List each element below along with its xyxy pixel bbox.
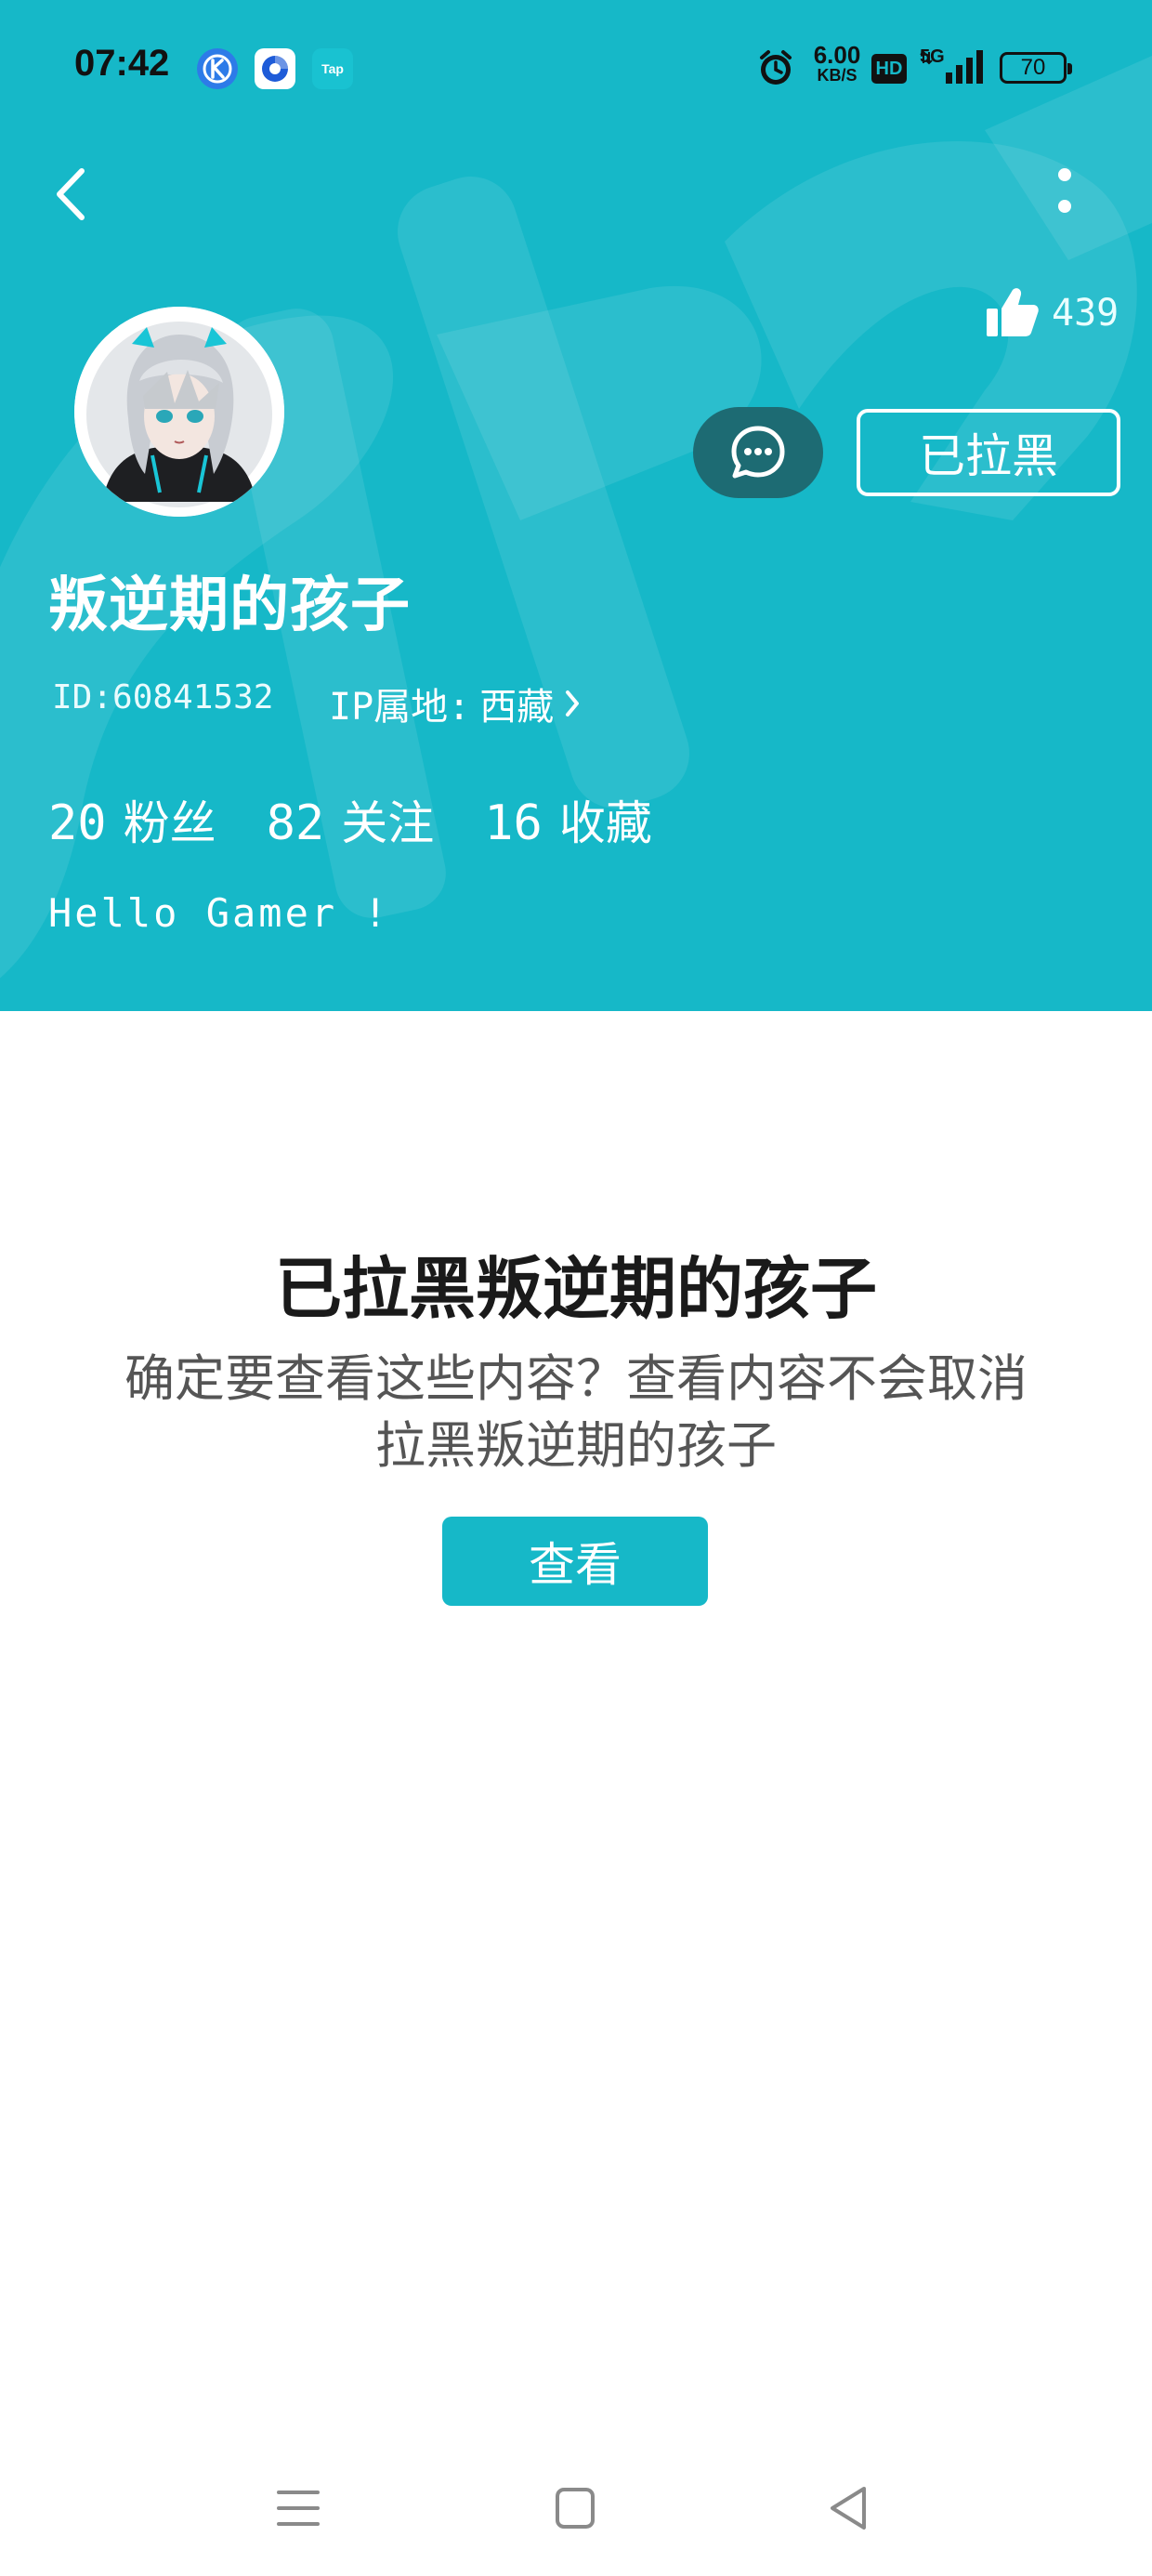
ip-location-value: 西藏: [479, 686, 555, 729]
thumbs-up-icon: [987, 288, 1039, 336]
likes-counter[interactable]: 439: [985, 284, 1119, 344]
avatar-image: [74, 307, 284, 517]
signal-icon: [920, 50, 983, 84]
nav-menu-button[interactable]: [266, 2477, 331, 2539]
likes-count: 439: [1052, 292, 1119, 335]
alarm-icon: [760, 50, 792, 85]
following-stat[interactable]: 82 关注: [267, 786, 435, 853]
network-speed: 6.00 KB/S: [813, 41, 861, 85]
message-button[interactable]: [693, 407, 823, 498]
status-bar: 07:42 Tap 6.00 KB/S HD 5G 70: [0, 0, 1152, 139]
username: 叛逆期的孩子: [48, 572, 411, 640]
nav-back-button[interactable]: [818, 2477, 883, 2539]
ip-location-label: IP属地:: [329, 686, 471, 729]
user-id: ID:60841532: [52, 678, 274, 716]
more-vertical-icon: [1058, 168, 1071, 213]
blocked-status-button[interactable]: 已拉黑: [857, 409, 1120, 496]
profile-header: 07:42 Tap 6.00 KB/S HD 5G 70 439 已拉黑 叛逆期…: [0, 0, 1152, 1011]
chat-bubble-icon: [731, 426, 785, 479]
status-time: 07:42: [74, 43, 170, 84]
hd-badge: HD: [871, 54, 907, 84]
ip-location-link[interactable]: IP属地: 西藏: [329, 677, 582, 730]
blocked-notice-description: 确定要查看这些内容？查看内容不会取消拉黑叛逆期的孩子: [124, 1349, 1028, 1475]
taptap-app-icon: Tap: [312, 48, 353, 89]
profile-stats: 20 粉丝 82 关注 16 收藏: [48, 786, 702, 853]
blocked-notice-title: 已拉黑叛逆期的孩子: [274, 1250, 877, 1328]
k-app-icon: [197, 48, 238, 89]
back-triangle-icon: [831, 2487, 866, 2530]
back-button[interactable]: [48, 164, 95, 225]
chevron-right-icon: [566, 690, 580, 716]
user-bio: Hello Gamer !: [48, 890, 390, 936]
favorites-stat[interactable]: 16 收藏: [484, 786, 652, 853]
followers-stat[interactable]: 20 粉丝: [48, 786, 216, 853]
view-content-button[interactable]: 查看: [442, 1517, 708, 1606]
menu-icon: [277, 2491, 320, 2526]
home-square-icon: [556, 2488, 595, 2529]
more-options-button[interactable]: [1041, 164, 1085, 225]
avatar[interactable]: [74, 307, 284, 517]
nav-home-button[interactable]: [543, 2477, 608, 2539]
chevron-left-icon: [57, 168, 85, 220]
battery-indicator: 70: [1000, 52, 1072, 84]
browser-app-icon: [255, 48, 295, 89]
